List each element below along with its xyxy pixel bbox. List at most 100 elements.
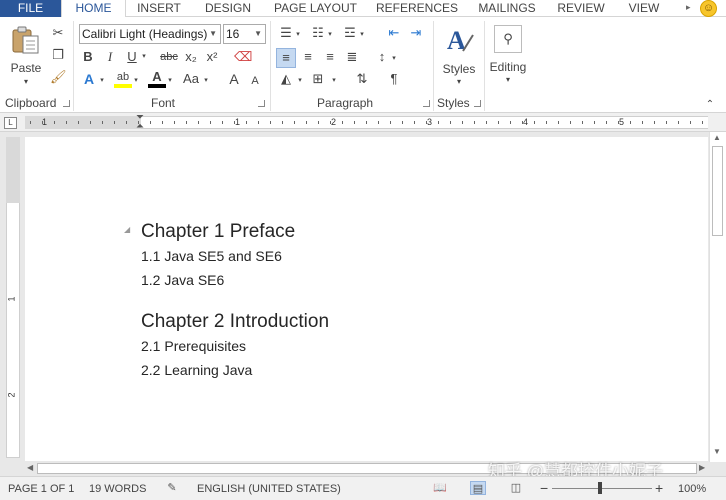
bullets-icon[interactable]: ☰ (278, 25, 294, 41)
page-count[interactable]: PAGE 1 OF 1 (8, 483, 74, 495)
underline-dropdown-icon[interactable]: ▾ (140, 49, 148, 65)
font-size-combo[interactable]: 16 ▼ (223, 24, 266, 44)
zoom-slider-track[interactable] (552, 488, 652, 489)
vertical-scrollbar[interactable]: ▲ ▼ (709, 132, 726, 462)
tab-page-layout[interactable]: PAGE LAYOUT (268, 0, 363, 17)
heading-section-1-2[interactable]: 1.2 Java SE6 (141, 272, 224, 288)
zoom-level[interactable]: 100% (678, 483, 706, 495)
numbering-dropdown-icon[interactable]: ▾ (326, 27, 334, 43)
paragraph-group-label: Paragraph (317, 96, 374, 110)
read-mode-icon[interactable]: 📖 (432, 481, 448, 495)
change-case-dropdown-icon[interactable]: ▾ (202, 73, 210, 89)
superscript-button[interactable]: x² (203, 49, 221, 65)
editing-dropdown-icon[interactable]: ▾ (502, 75, 514, 84)
shrink-font-button[interactable]: A (248, 73, 262, 89)
editing-button[interactable]: Editing (486, 60, 530, 74)
tab-references[interactable]: REFERENCES (374, 0, 460, 17)
italic-button[interactable]: I (102, 49, 118, 65)
line-spacing-dropdown-icon[interactable]: ▾ (390, 51, 398, 67)
print-layout-icon[interactable]: ▤ (470, 481, 486, 495)
tab-view[interactable]: VIEW (620, 0, 668, 17)
strikethrough-button[interactable]: abc (158, 49, 180, 65)
word-count[interactable]: 19 WORDS (89, 483, 146, 495)
multilevel-list-icon[interactable]: ☲ (342, 25, 358, 41)
font-name-combo[interactable]: Calibri Light (Headings) ▼ (79, 24, 221, 44)
collapse-ribbon-icon[interactable]: ⌃ (704, 99, 716, 110)
tab-home[interactable]: HOME (61, 0, 126, 18)
zoom-in-button[interactable]: + (655, 480, 663, 496)
heading-section-2-2[interactable]: 2.2 Learning Java (141, 362, 252, 378)
bold-button[interactable]: B (80, 49, 96, 65)
numbering-icon[interactable]: ☷ (310, 25, 326, 41)
ruler-tick (630, 121, 631, 124)
web-layout-icon[interactable]: ◫ (508, 481, 524, 495)
paste-dropdown-icon[interactable]: ▾ (20, 77, 32, 86)
ruler-tick (282, 121, 283, 124)
scroll-left-icon[interactable]: ◀ (27, 463, 33, 472)
scroll-up-icon[interactable]: ▲ (713, 133, 721, 142)
subscript-button[interactable]: x₂ (182, 49, 200, 65)
font-color-dropdown-icon[interactable]: ▾ (166, 73, 174, 89)
font-launcher-icon[interactable] (258, 100, 265, 107)
styles-icon[interactable]: A (445, 25, 475, 55)
tab-file[interactable]: FILE (0, 0, 61, 17)
highlight-button[interactable]: ab (114, 69, 132, 85)
paste-icon[interactable] (10, 25, 42, 55)
tab-scroll-right-icon[interactable]: ▸ (686, 2, 691, 13)
borders-dropdown-icon[interactable]: ▾ (330, 73, 338, 89)
line-spacing-icon[interactable]: ↕ (374, 49, 390, 65)
paste-button[interactable]: Paste (10, 61, 42, 75)
format-painter-icon[interactable]: 🖌 (50, 69, 67, 85)
ruler-tick (594, 121, 595, 124)
highlight-dropdown-icon[interactable]: ▾ (132, 73, 140, 89)
scroll-right-icon[interactable]: ▶ (699, 463, 705, 472)
scroll-down-icon[interactable]: ▼ (713, 447, 721, 456)
multilevel-dropdown-icon[interactable]: ▾ (358, 27, 366, 43)
align-right-icon[interactable]: ≡ (322, 49, 338, 65)
tab-selector-icon[interactable]: L (4, 117, 17, 129)
cut-icon[interactable]: ✂ (50, 25, 66, 41)
ruler-tick (162, 121, 163, 124)
shading-icon[interactable]: ◭ (278, 71, 294, 87)
binoculars-icon[interactable]: ⚲ (494, 25, 522, 53)
heading-chapter-2[interactable]: Chapter 2 Introduction (141, 311, 329, 333)
collapse-heading-icon[interactable]: ◢ (124, 225, 130, 234)
underline-button[interactable]: U (124, 49, 140, 65)
show-formatting-button[interactable]: ¶ (386, 71, 402, 87)
tab-design[interactable]: DESIGN (198, 0, 258, 17)
styles-button[interactable]: Styles (440, 62, 478, 76)
sort-icon[interactable]: ⇅ (354, 71, 370, 87)
styles-launcher-icon[interactable] (474, 100, 481, 107)
document-page[interactable] (25, 137, 708, 461)
scroll-thumb[interactable] (712, 146, 723, 236)
shading-dropdown-icon[interactable]: ▾ (296, 73, 304, 89)
bullets-dropdown-icon[interactable]: ▾ (294, 27, 302, 43)
increase-indent-icon[interactable]: ⇥ (408, 25, 424, 41)
align-left-button[interactable]: ≡ (276, 48, 296, 68)
language-indicator[interactable]: ENGLISH (UNITED STATES) (197, 483, 341, 495)
paragraph-launcher-icon[interactable] (423, 100, 430, 107)
styles-dropdown-icon[interactable]: ▾ (453, 77, 465, 86)
heading-section-2-1[interactable]: 2.1 Prerequisites (141, 338, 246, 354)
clipboard-launcher-icon[interactable] (63, 100, 70, 107)
borders-icon[interactable]: ⊞ (310, 71, 326, 87)
clear-formatting-icon[interactable]: ⌫ (234, 49, 252, 65)
tab-insert[interactable]: INSERT (128, 0, 190, 17)
tab-review[interactable]: REVIEW (553, 0, 609, 17)
justify-icon[interactable]: ≣ (344, 49, 360, 65)
zoom-out-button[interactable]: − (540, 480, 548, 496)
feedback-smiley-icon[interactable]: ☺ (700, 0, 717, 17)
text-effects-button[interactable]: A (80, 71, 98, 87)
zoom-slider-thumb[interactable] (598, 482, 602, 494)
grow-font-button[interactable]: A (226, 71, 242, 87)
align-center-icon[interactable]: ≡ (300, 49, 316, 65)
text-effects-dropdown-icon[interactable]: ▾ (98, 73, 106, 89)
font-color-button[interactable]: A (148, 69, 166, 85)
heading-section-1-1[interactable]: 1.1 Java SE5 and SE6 (141, 248, 282, 264)
heading-chapter-1[interactable]: Chapter 1 Preface (141, 221, 295, 243)
change-case-button[interactable]: Aa (180, 71, 202, 87)
proofing-icon[interactable]: ✎ (164, 481, 180, 495)
decrease-indent-icon[interactable]: ⇤ (386, 25, 402, 41)
copy-icon[interactable]: ❐ (50, 47, 66, 63)
tab-mailings[interactable]: MAILINGS (472, 0, 542, 17)
